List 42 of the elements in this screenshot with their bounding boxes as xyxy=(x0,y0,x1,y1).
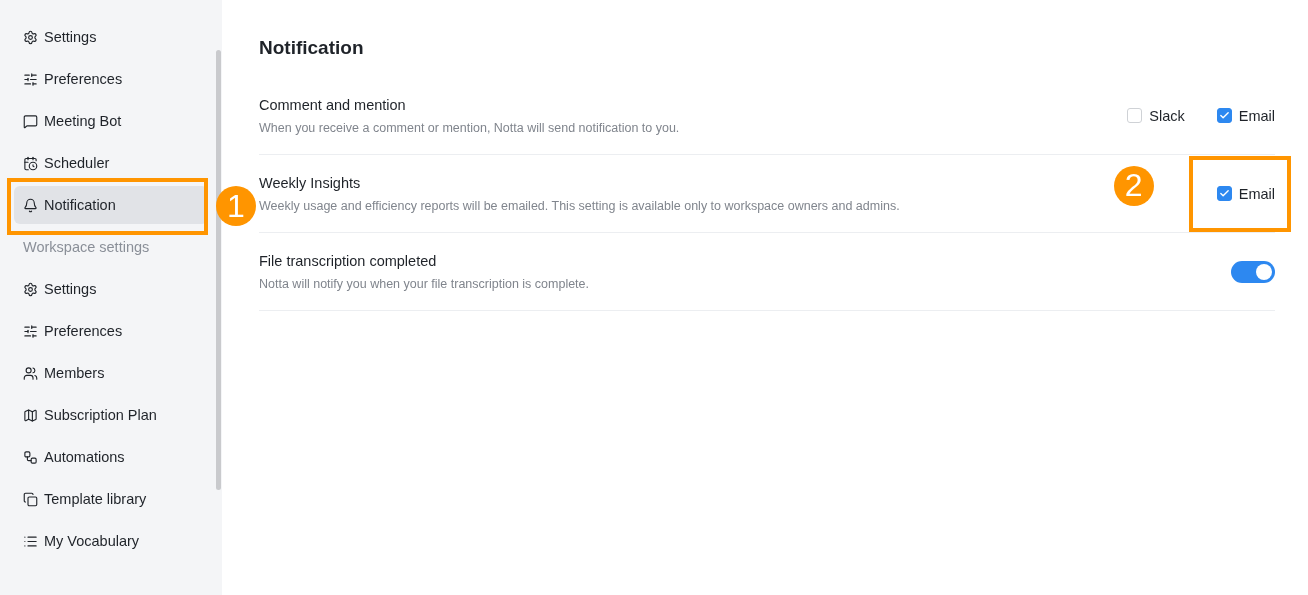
check-icon xyxy=(1218,188,1230,199)
sliders-icon xyxy=(23,323,38,339)
sidebar-item[interactable]: Subscription Plan xyxy=(14,396,208,434)
sliders-icon xyxy=(23,71,38,87)
sidebar-item[interactable]: Settings xyxy=(14,270,208,308)
step-badge: 1 xyxy=(216,186,256,226)
scrollbar[interactable] xyxy=(216,50,221,490)
calendar-icon xyxy=(23,155,38,171)
list-icon xyxy=(23,533,38,549)
checkbox[interactable] xyxy=(1216,108,1232,123)
setting-title: Comment and mention xyxy=(259,96,407,113)
sidebar-item[interactable]: Meeting Bot xyxy=(14,102,208,140)
bell-icon xyxy=(23,197,38,213)
users-icon xyxy=(23,365,38,381)
step-badge: 2 xyxy=(1113,165,1154,206)
settings-icon xyxy=(23,281,38,297)
sidebar-item[interactable]: Members xyxy=(14,354,208,392)
setting-description: When you receive a comment or mention, Notta will send notification to you. xyxy=(259,120,680,135)
setting-title: File transcription completed xyxy=(259,252,438,269)
section-header: Workspace settings xyxy=(22,238,151,257)
sidebar-item[interactable]: Preferences xyxy=(14,312,208,350)
checkbox[interactable] xyxy=(1216,186,1232,201)
sidebar-item[interactable]: Settings xyxy=(14,18,208,56)
sidebar-item[interactable]: My Vocabulary xyxy=(14,522,208,560)
workflow-icon xyxy=(23,449,38,465)
checkbox-option[interactable]: Email xyxy=(1216,107,1275,124)
checkbox-option[interactable]: Email xyxy=(1216,185,1275,202)
copy-icon xyxy=(23,491,38,507)
page-title: Notification xyxy=(259,37,365,59)
check-icon xyxy=(1218,110,1230,121)
sidebar-item[interactable]: Scheduler xyxy=(14,144,208,182)
sidebar-item[interactable]: Template library xyxy=(14,480,208,518)
settings-icon xyxy=(23,29,38,45)
chat-bubble-icon xyxy=(23,113,38,129)
map-icon xyxy=(23,407,38,423)
setting-description: Weekly usage and efficiency reports will be emailed. This setting is available only to workspace owners and admins. xyxy=(259,198,900,213)
setting-title: Weekly Insights xyxy=(259,174,362,191)
sidebar-item[interactable]: Automations xyxy=(14,438,208,476)
toggle-switch[interactable] xyxy=(1231,260,1275,283)
sidebar-item[interactable]: Preferences xyxy=(14,60,208,98)
setting-description: Notta will notify you when your file transcription is complete. xyxy=(259,276,589,291)
checkbox-option[interactable]: Slack xyxy=(1127,107,1185,124)
